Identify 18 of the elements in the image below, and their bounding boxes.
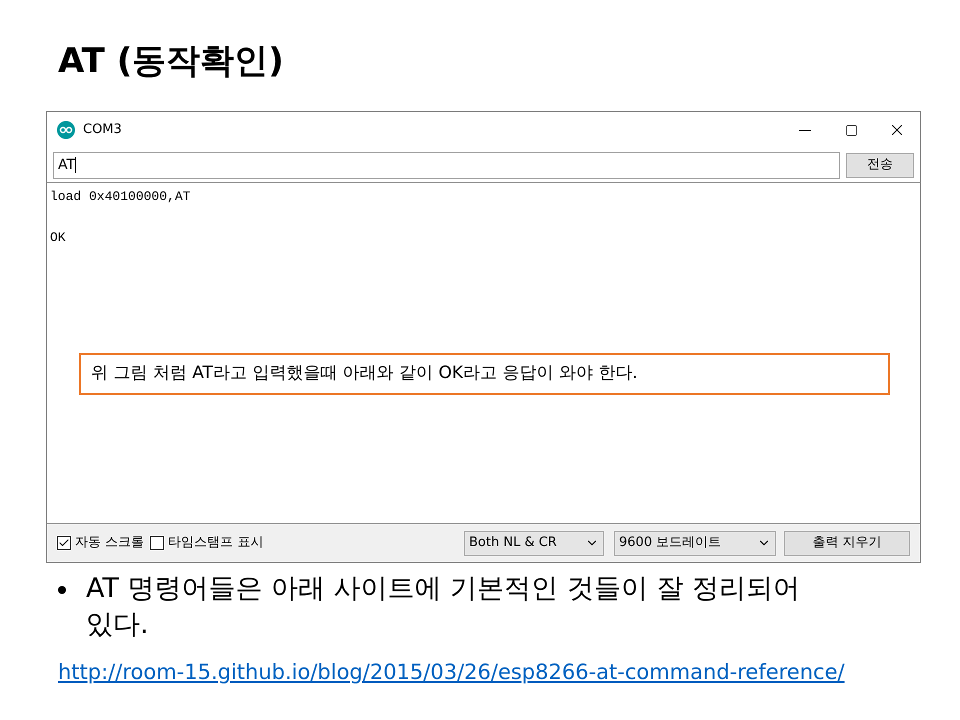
output-line: OK (50, 230, 66, 245)
option-checkbox[interactable]: 타임스탬프 표시 (150, 533, 264, 553)
window-title: COM3 (83, 121, 122, 140)
output-line: load 0x40100000,AT (50, 189, 190, 204)
bullet-icon (58, 586, 66, 594)
maximize-icon (844, 124, 858, 136)
reference-link[interactable]: http://room-15.github.io/blog/2015/03/26/esp8266-at-command-reference/ (58, 660, 845, 684)
line-ending-dropdown[interactable]: Both NL & CR (464, 530, 604, 556)
infinity-logo-icon (57, 121, 75, 139)
send-button[interactable]: 전송 (846, 152, 914, 178)
bullet-text: AT 명령어들은 아래 사이트에 기본적인 것들이 잘 정리되어있다. (86, 572, 801, 642)
message-input-field[interactable]: AT (53, 152, 840, 178)
checkmark-icon (58, 537, 70, 549)
clear-output-button[interactable]: 출력 지우기 (784, 530, 910, 556)
option-checkbox[interactable]: 자동 스크롤 (57, 533, 144, 553)
callout-note: 위 그림 처럼 AT라고 입력했을때 아래와 같이 OK라고 응답이 와야 한다. (79, 353, 890, 395)
baud-rate-dropdown[interactable]: 9600 보드레이트 (614, 530, 776, 556)
slide-title: AT (동작확인) (58, 40, 284, 83)
